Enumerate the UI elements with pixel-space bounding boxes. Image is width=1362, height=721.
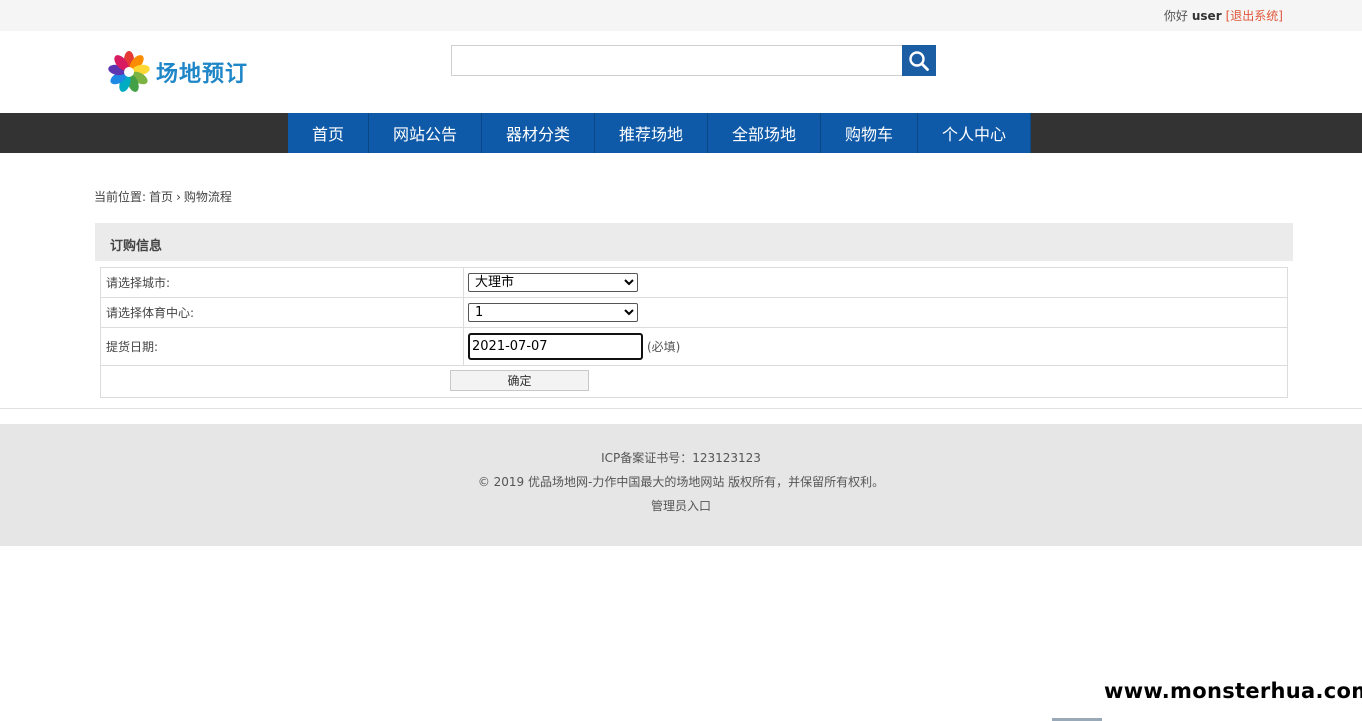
footer: ICP备案证书号：123123123 © 2019 优品场地网-力作中国最大的场… — [0, 424, 1362, 546]
order-panel-header: 订购信息 — [95, 223, 1293, 261]
nav-item-announcements[interactable]: 网站公告 — [369, 113, 482, 153]
watermark-text: www.monsterhua.com — [1104, 679, 1362, 703]
greeting-text: 你好 — [1163, 9, 1188, 23]
chevron-right-icon: › — [176, 190, 181, 204]
breadcrumb-prefix: 当前位置: — [94, 190, 147, 204]
required-note: (必填) — [647, 340, 681, 354]
nav-item-home[interactable]: 首页 — [288, 113, 369, 153]
form-row-city: 请选择城市: 大理市 — [101, 268, 1287, 298]
footer-icp: ICP备案证书号：123123123 — [601, 451, 761, 465]
order-panel-title: 订购信息 — [110, 239, 163, 254]
search-icon — [909, 50, 929, 71]
logo-text: 场地预订 — [156, 61, 249, 87]
breadcrumb-home[interactable]: 首页 — [149, 190, 173, 204]
confirm-button[interactable]: 确定 — [450, 370, 589, 391]
city-label: 请选择城市: — [101, 268, 464, 297]
form-row-center: 请选择体育中心: 1 — [101, 298, 1287, 328]
admin-link[interactable]: 管理员入口 — [0, 497, 1362, 514]
flower-logo-icon — [108, 51, 150, 92]
form-row-date: 提货日期: (必填) — [101, 328, 1287, 366]
breadcrumb: 当前位置: 首页 › 购物流程 — [94, 188, 235, 205]
main-nav: 首页 网站公告 器材分类 推荐场地 全部场地 购物车 个人中心 — [0, 113, 1362, 153]
top-bar: 你好 user [退出系统] — [0, 0, 1362, 31]
search-input[interactable] — [451, 45, 902, 76]
city-select[interactable]: 大理市 — [468, 273, 638, 292]
nav-item-recommended[interactable]: 推荐场地 — [595, 113, 708, 153]
nav-item-all-venues[interactable]: 全部场地 — [708, 113, 821, 153]
center-label: 请选择体育中心: — [101, 298, 464, 327]
form-row-submit: 确定 — [101, 366, 1287, 397]
nav-item-profile[interactable]: 个人中心 — [918, 113, 1031, 153]
user-greeting: 你好 user [退出系统] — [1164, 7, 1283, 24]
nav-item-equipment[interactable]: 器材分类 — [482, 113, 595, 153]
breadcrumb-current: 购物流程 — [183, 190, 232, 204]
date-input[interactable] — [468, 333, 643, 360]
logout-link[interactable]: [退出系统] — [1226, 9, 1283, 23]
center-select[interactable]: 1 — [468, 303, 638, 322]
search-button[interactable] — [902, 45, 936, 76]
date-label: 提货日期: — [101, 328, 464, 365]
username: user — [1191, 9, 1222, 23]
footer-copyright: © 2019 优品场地网-力作中国最大的场地网站 版权所有，并保留所有权利。 — [477, 475, 885, 489]
order-form: 请选择城市: 大理市 请选择体育中心: 1 提货日期: (必填) 确定 — [100, 267, 1288, 398]
footer-divider — [0, 408, 1362, 409]
nav-item-cart[interactable]: 购物车 — [821, 113, 918, 153]
site-logo[interactable]: 场地预订 — [106, 50, 248, 94]
